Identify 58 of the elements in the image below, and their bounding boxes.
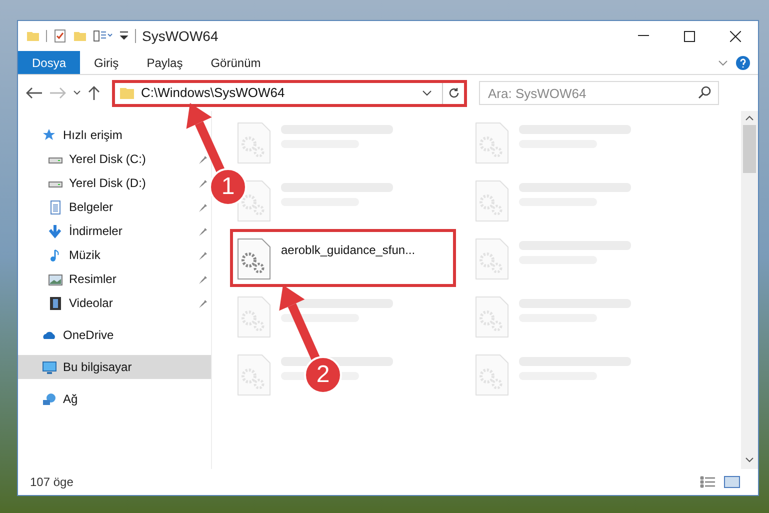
pin-icon[interactable] (198, 178, 207, 188)
help-icon[interactable] (736, 56, 750, 70)
folder-icon (119, 86, 135, 100)
pin-icon[interactable] (198, 298, 207, 308)
nav-item[interactable]: Yerel Disk (C:) (18, 147, 211, 171)
star-icon (42, 128, 57, 142)
ribbon-tab[interactable]: Paylaş (132, 51, 197, 74)
document-icon (48, 200, 63, 214)
ribbon-tab[interactable]: Giriş (80, 51, 133, 74)
file-name: aeroblk_guidance_sfun... (281, 242, 416, 259)
film-icon (48, 296, 63, 310)
picture-icon (48, 272, 63, 286)
nav-item[interactable]: Hızlı erişim (18, 123, 211, 147)
up-arrow-icon[interactable] (86, 85, 102, 101)
scrollbar[interactable] (741, 111, 758, 469)
scroll-thumb[interactable] (743, 125, 756, 173)
nav-item[interactable]: OneDrive (18, 323, 211, 347)
gear-file-icon (237, 238, 271, 280)
minimize-icon (638, 35, 648, 37)
nav-item[interactable]: Resimler (18, 267, 211, 291)
pin-icon[interactable] (198, 154, 207, 164)
nav-item[interactable]: Belgeler (18, 195, 211, 219)
details-view-icon[interactable] (700, 476, 716, 488)
refresh-icon (448, 87, 460, 99)
file-menu-tab[interactable]: Dosya (18, 51, 80, 74)
window-title: SysWOW64 (142, 26, 218, 46)
pin-icon[interactable] (198, 250, 207, 260)
search-field[interactable]: Ara: SysWOW64 (479, 81, 719, 105)
ribbon-tab[interactable]: Görünüm (196, 51, 275, 74)
search-icon (698, 86, 711, 99)
view-icon[interactable] (93, 29, 113, 43)
large-icons-view-icon[interactable] (724, 476, 740, 488)
scroll-up-icon[interactable] (745, 115, 754, 121)
dropdown-caret-icon[interactable] (422, 90, 432, 96)
download-arrow-icon (48, 224, 63, 238)
properties-icon[interactable] (53, 29, 67, 43)
expand-ribbon-icon[interactable] (718, 60, 728, 66)
customize-toolbar-icon[interactable] (119, 30, 129, 42)
nav-item[interactable]: Ağ (18, 387, 211, 411)
monitor-icon (42, 360, 57, 374)
address-bar[interactable]: C:\Windows\SysWOW64 (112, 80, 467, 106)
nav-item[interactable]: Videolar (18, 291, 211, 315)
pin-icon[interactable] (198, 226, 207, 236)
address-path: C:\Windows\SysWOW64 (141, 84, 285, 102)
back-arrow-icon[interactable] (24, 86, 44, 100)
file-item[interactable]: aeroblk_guidance_sfun... (230, 229, 456, 287)
nav-item[interactable]: Müzik (18, 243, 211, 267)
maximize-icon (684, 30, 694, 42)
recent-locations-icon[interactable] (72, 89, 82, 97)
scroll-down-icon[interactable] (745, 457, 754, 463)
pin-icon[interactable] (198, 202, 207, 212)
nav-item[interactable]: Yerel Disk (D:) (18, 171, 211, 195)
nav-item[interactable]: İndirmeler (18, 219, 211, 243)
nav-item[interactable]: Bu bilgisayar (18, 355, 211, 379)
item-count: 107 öge (30, 474, 74, 491)
network-icon (42, 392, 57, 406)
pin-icon[interactable] (198, 274, 207, 284)
close-icon (730, 30, 740, 42)
